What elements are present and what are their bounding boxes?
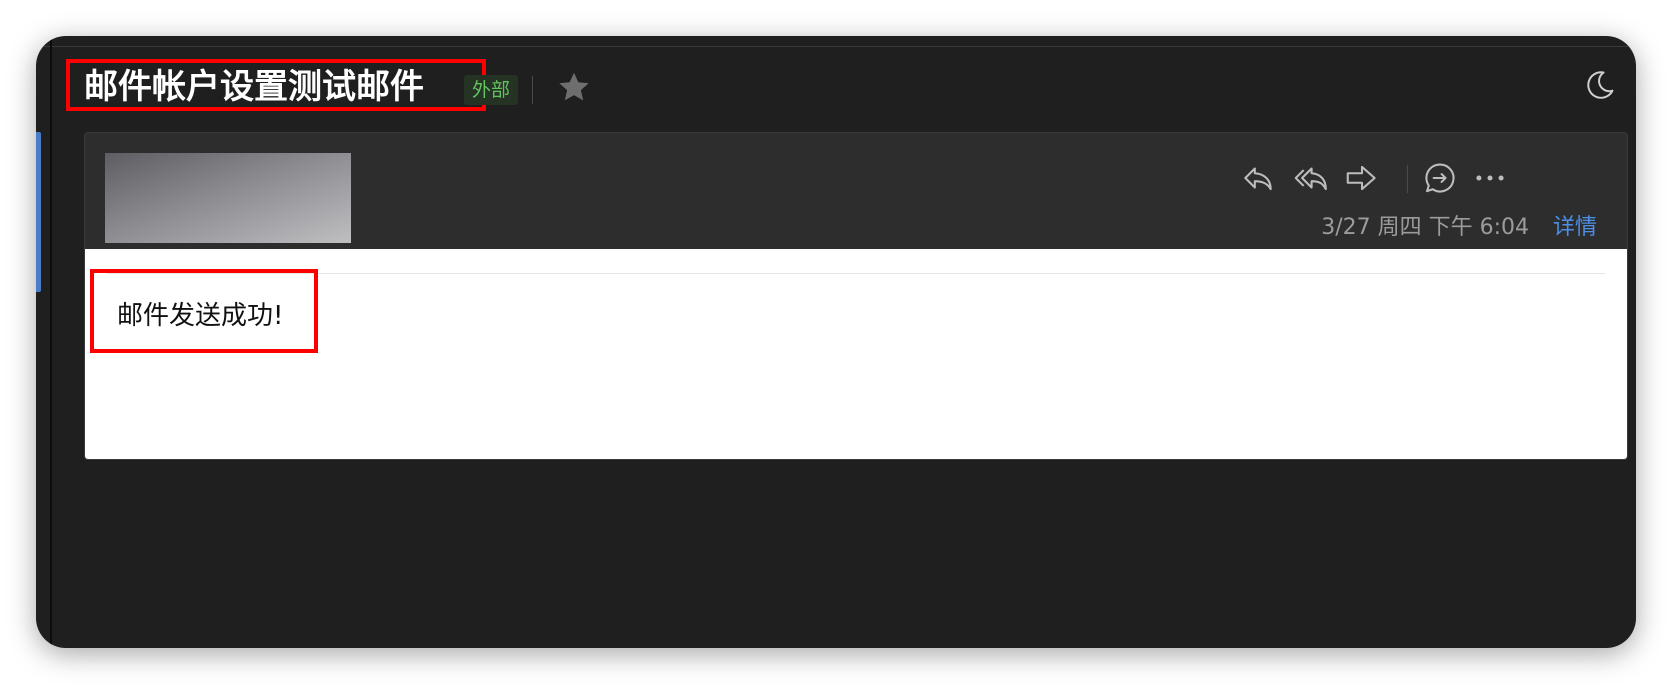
message-datetime: 3/27 周四 下午 6:04 bbox=[1321, 215, 1529, 240]
email-message-card: 3/27 周四 下午 6:04 详情 邮件发送成功! bbox=[84, 132, 1628, 460]
body-divider bbox=[107, 273, 1605, 274]
more-icon[interactable] bbox=[1471, 159, 1509, 197]
comment-icon[interactable] bbox=[1421, 159, 1459, 197]
reply-icon[interactable] bbox=[1239, 159, 1277, 197]
moon-icon[interactable] bbox=[1583, 68, 1617, 102]
message-body: 邮件发送成功! bbox=[85, 249, 1627, 459]
external-tag: 外部 bbox=[464, 75, 519, 105]
details-link[interactable]: 详情 bbox=[1553, 213, 1597, 243]
reply-all-icon[interactable] bbox=[1291, 159, 1329, 197]
email-subject: 邮件帐户设置测试邮件 bbox=[84, 67, 424, 107]
toolbar-separator bbox=[1407, 165, 1408, 193]
mail-window: 邮件帐户设置测试邮件 外部 3/27 周四 下午 6:04 详情 邮件发送成功! bbox=[36, 36, 1636, 648]
message-body-text: 邮件发送成功! bbox=[117, 301, 284, 331]
sender-avatar bbox=[105, 153, 351, 243]
header-separator bbox=[532, 76, 533, 104]
top-divider bbox=[36, 46, 1636, 47]
sidebar-selection-indicator bbox=[36, 132, 41, 292]
forward-icon[interactable] bbox=[1343, 159, 1381, 197]
star-icon[interactable] bbox=[556, 69, 592, 105]
pane-border bbox=[50, 36, 52, 648]
